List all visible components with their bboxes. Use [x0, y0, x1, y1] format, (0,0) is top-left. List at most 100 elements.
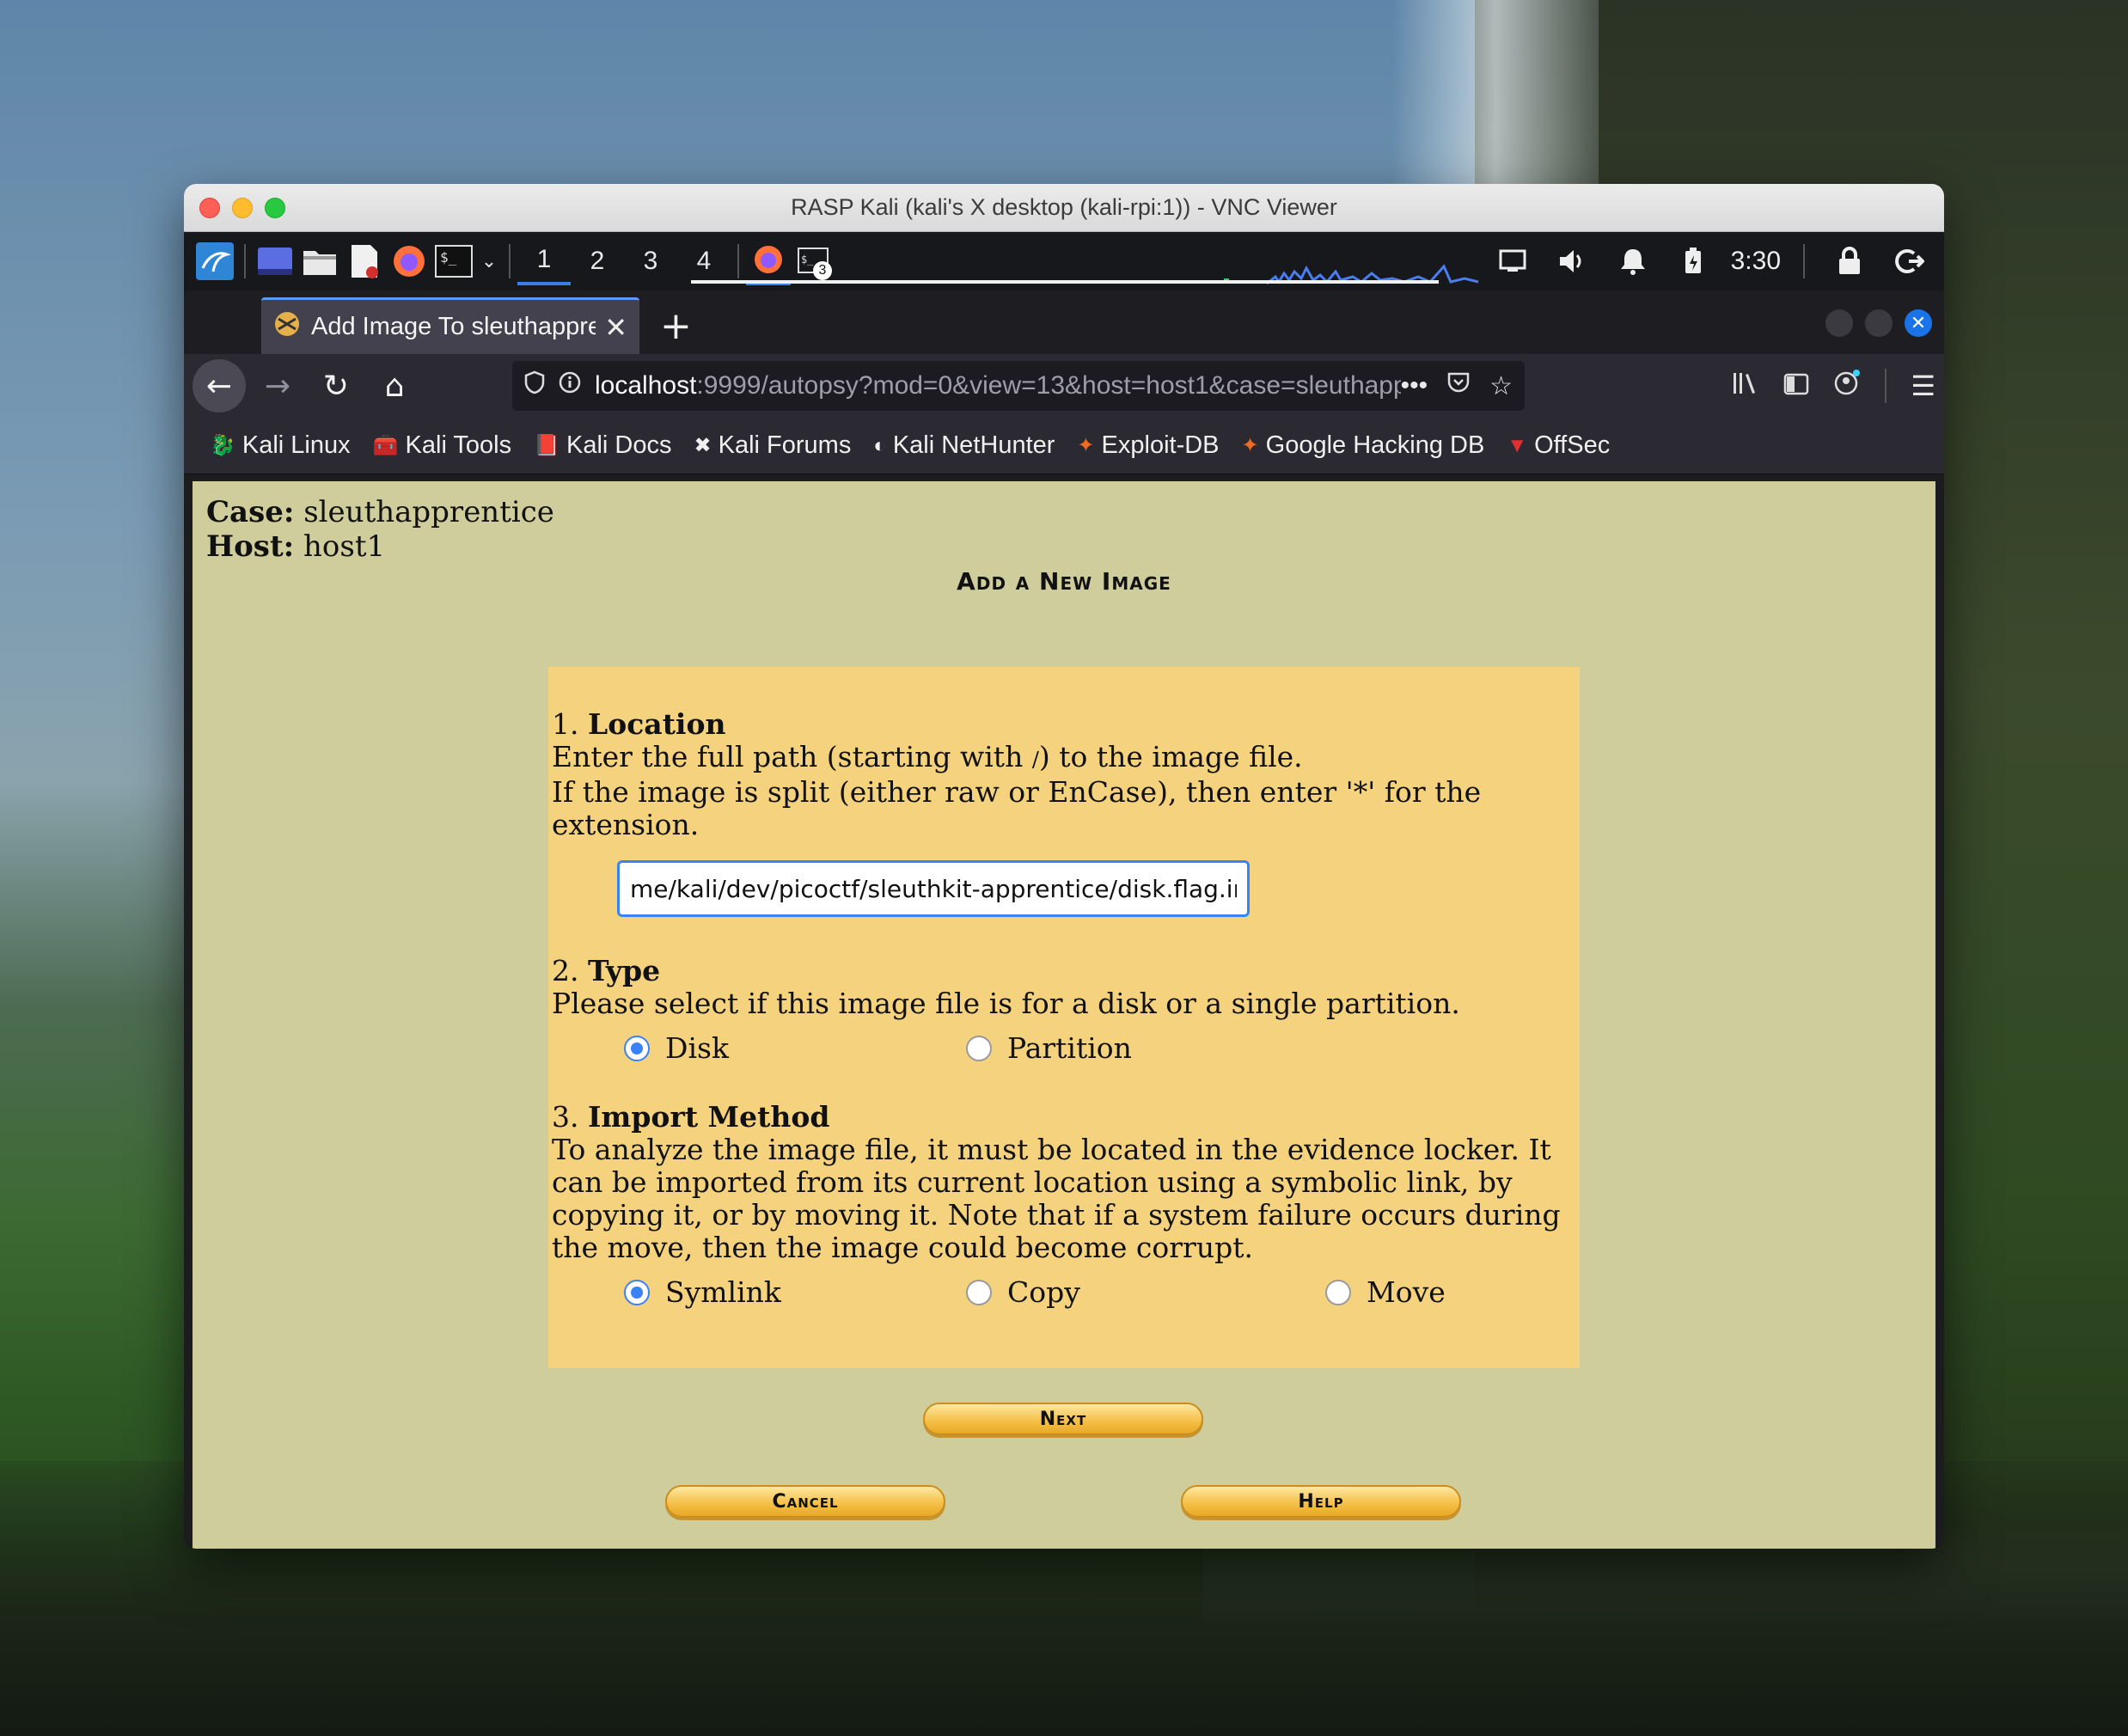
radio-partition-circle[interactable]	[966, 1036, 992, 1061]
browser-nav-bar: ← → ↻ ⌂ localhost:9999/autopsy?mod=0&vie…	[184, 354, 1944, 418]
location-title: Location	[588, 707, 726, 741]
kali-menu-icon[interactable]	[193, 239, 237, 284]
next-button[interactable]: Next	[923, 1403, 1203, 1435]
reload-button[interactable]: ↻	[309, 359, 363, 413]
radio-symlink-circle[interactable]	[624, 1280, 650, 1305]
browser-minimize-button[interactable]	[1825, 309, 1853, 337]
location-help-1: Enter the full path (starting with /) to…	[552, 741, 1576, 776]
radio-disk-circle[interactable]	[624, 1036, 650, 1061]
firefox-taskbar-icon[interactable]	[746, 237, 791, 285]
bookmark-kali-linux[interactable]: 🐉 Kali Linux	[210, 431, 351, 460]
page-title: Add a New Image	[957, 567, 1171, 596]
toolbar-separator	[1885, 369, 1887, 403]
kali-dragon-icon: 🐉	[210, 434, 235, 457]
panel-clock[interactable]: 3:30	[1731, 247, 1781, 276]
forward-button[interactable]: →	[251, 359, 304, 413]
chevron-down-icon[interactable]: ⌄	[476, 239, 502, 284]
display-icon[interactable]	[1490, 239, 1535, 284]
autopsy-favicon-icon	[273, 310, 301, 345]
bookmarks-toolbar: 🐉 Kali Linux 🧰 Kali Tools 📕 Kali Docs ✖ Kali…	[184, 418, 1944, 474]
tracking-shield-icon[interactable]	[524, 370, 545, 401]
url-bar[interactable]: localhost:9999/autopsy?mod=0&view=13&hos…	[512, 361, 1525, 411]
bookmark-kali-forums[interactable]: ✖ Kali Forums	[694, 431, 852, 460]
notification-bell-icon[interactable]	[1611, 239, 1655, 284]
bookmark-kali-docs[interactable]: 📕 Kali Docs	[534, 431, 671, 460]
panel-separator	[509, 244, 511, 278]
bookmark-google-hacking-db[interactable]: ✦ Google Hacking DB	[1242, 431, 1485, 460]
bookmark-offsec[interactable]: ▼ OffSec	[1507, 431, 1610, 460]
tab-add-image[interactable]: Add Image To sleuthapprentice ✕	[261, 297, 639, 354]
ghdb-icon: ✦	[1241, 434, 1259, 457]
bookmark-label: Google Hacking DB	[1265, 431, 1485, 459]
panel-separator	[244, 244, 246, 278]
workspace-3[interactable]: 3	[624, 237, 677, 285]
pocket-icon[interactable]	[1446, 371, 1471, 401]
terminal-icon[interactable]: $_	[431, 239, 476, 284]
site-info-icon[interactable]	[559, 371, 581, 400]
close-tab-icon[interactable]: ✕	[604, 311, 627, 344]
radio-disk[interactable]: Disk	[624, 1032, 729, 1065]
radio-partition[interactable]: Partition	[966, 1032, 1132, 1065]
workspace-4[interactable]: 4	[677, 237, 731, 285]
radio-partition-label: Partition	[1007, 1031, 1132, 1065]
tab-title: Add Image To sleuthapprentice	[311, 313, 596, 340]
logout-icon[interactable]	[1887, 239, 1932, 284]
browser-maximize-button[interactable]	[1865, 309, 1893, 337]
help-button[interactable]: Help	[1181, 1485, 1461, 1518]
firefox-launcher-icon[interactable]	[387, 239, 431, 284]
sidebar-icon[interactable]	[1783, 370, 1809, 402]
offsec-icon: ▼	[1507, 433, 1528, 457]
cancel-button[interactable]: Cancel	[665, 1485, 945, 1518]
battery-icon[interactable]	[1671, 239, 1715, 284]
exploit-db-icon: ✦	[1077, 434, 1095, 457]
library-icon[interactable]	[1732, 370, 1759, 402]
show-desktop-icon[interactable]	[253, 239, 297, 284]
radio-copy[interactable]: Copy	[966, 1276, 1080, 1309]
home-button[interactable]: ⌂	[368, 359, 421, 413]
bookmark-label: Exploit-DB	[1101, 431, 1220, 459]
account-icon[interactable]	[1833, 369, 1861, 403]
back-button[interactable]: ←	[193, 359, 246, 413]
svg-text:$_: $_	[440, 249, 457, 266]
radio-copy-circle[interactable]	[966, 1280, 992, 1305]
terminal-taskbar-icon[interactable]: $_ 3	[791, 239, 835, 284]
bookmark-kali-tools[interactable]: 🧰 Kali Tools	[373, 431, 511, 460]
radio-copy-label: Copy	[1007, 1275, 1080, 1309]
location-help-1a: Enter the full path (starting with	[552, 740, 1032, 773]
panel-separator	[737, 244, 739, 278]
bookmark-label: Kali Docs	[566, 431, 672, 459]
bookmark-label: Kali Linux	[242, 431, 351, 459]
bookmark-exploit-db[interactable]: ✦ Exploit-DB	[1077, 431, 1219, 460]
kali-forums-icon: ✖	[694, 434, 712, 457]
radio-move-circle[interactable]	[1325, 1280, 1351, 1305]
lock-screen-icon[interactable]	[1827, 239, 1872, 284]
page-actions-icon[interactable]: •••	[1401, 371, 1428, 401]
workspace-2[interactable]: 2	[571, 237, 624, 285]
type-heading: 2. Type	[552, 955, 1576, 987]
url-actions: ••• ☆	[1401, 371, 1513, 401]
nethunter-icon: ◐	[873, 433, 886, 457]
radio-symlink[interactable]: Symlink	[624, 1276, 781, 1309]
url-text[interactable]: localhost:9999/autopsy?mod=0&view=13&hos…	[595, 371, 1401, 400]
volume-icon[interactable]	[1550, 239, 1595, 284]
text-editor-icon[interactable]	[342, 239, 387, 284]
add-image-form: 1. Location Enter the full path (startin…	[548, 667, 1580, 1368]
browser-toolbar-right: ☰	[1732, 361, 1935, 411]
radio-move[interactable]: Move	[1325, 1276, 1446, 1309]
case-line: Case: sleuthapprentice	[206, 495, 554, 529]
image-path-input[interactable]	[617, 860, 1250, 917]
browser-close-button[interactable]: ✕	[1905, 309, 1932, 337]
file-manager-icon[interactable]	[297, 239, 342, 284]
bookmark-label: Kali NetHunter	[892, 431, 1055, 459]
workspace-1[interactable]: 1	[517, 237, 571, 285]
bookmark-kali-nethunter[interactable]: ◐ Kali NetHunter	[873, 431, 1055, 460]
bookmark-star-icon[interactable]: ☆	[1489, 371, 1513, 401]
bookmark-label: Kali Tools	[405, 431, 512, 459]
host-value: host1	[303, 529, 386, 564]
window-title: RASP Kali (kali's X desktop (kali-rpi:1)…	[791, 194, 1337, 220]
hamburger-menu-icon[interactable]: ☰	[1911, 370, 1935, 402]
new-tab-button[interactable]: +	[660, 308, 692, 345]
import-radio-group: Symlink Copy Move	[552, 1271, 1576, 1317]
